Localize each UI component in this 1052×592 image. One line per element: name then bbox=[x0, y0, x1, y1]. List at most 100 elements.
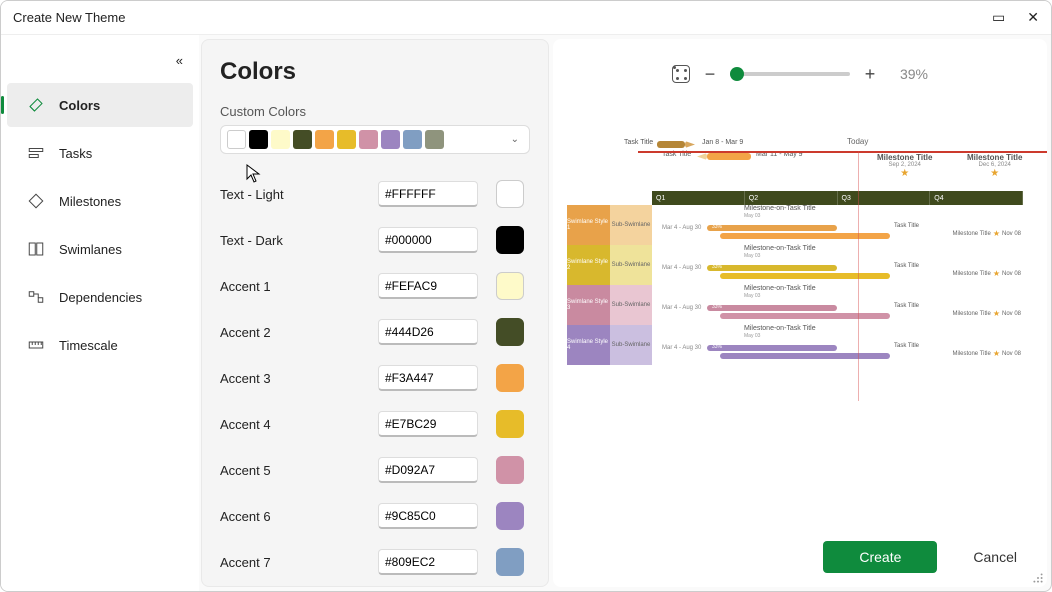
zoom-bar: − + 39% bbox=[553, 49, 1047, 99]
sidebar-item-tasks[interactable]: Tasks bbox=[7, 131, 193, 175]
color-input[interactable] bbox=[378, 549, 478, 575]
panel-heading: Colors bbox=[220, 58, 530, 86]
sidebar-item-swimlanes[interactable]: Swimlanes bbox=[7, 227, 193, 271]
dependencies-icon bbox=[27, 288, 45, 306]
color-chip[interactable] bbox=[496, 410, 524, 438]
color-row: Accent 2 bbox=[220, 318, 530, 346]
task-title-label: Task Title bbox=[624, 139, 653, 146]
custom-colors-dropdown[interactable]: ⌄ bbox=[220, 125, 530, 154]
color-label: Accent 6 bbox=[220, 509, 370, 524]
swatch[interactable] bbox=[293, 130, 312, 149]
swatch[interactable] bbox=[425, 130, 444, 149]
star-icon: ★ bbox=[993, 229, 1000, 238]
swimlane-outer: Swimlane Style 1 bbox=[567, 205, 610, 245]
lane-task-date: May 03 bbox=[744, 253, 760, 259]
custom-colors-label: Custom Colors bbox=[220, 104, 530, 119]
sidebar-item-colors[interactable]: Colors bbox=[7, 83, 193, 127]
milestone-marker: Milestone Title Dec 6, 2024 ★ bbox=[967, 153, 1022, 179]
swatch[interactable] bbox=[381, 130, 400, 149]
paint-icon bbox=[27, 96, 45, 114]
lane-task-title-b: Task Title bbox=[894, 223, 919, 229]
sidebar-item-timescale[interactable]: Timescale bbox=[7, 323, 193, 367]
window-title: Create New Theme bbox=[13, 10, 125, 25]
color-chip[interactable] bbox=[496, 180, 524, 208]
color-label: Accent 1 bbox=[220, 279, 370, 294]
lane-task-date: May 03 bbox=[744, 293, 760, 299]
zoom-in-button[interactable]: + bbox=[862, 64, 878, 85]
dialog-footer: Create Cancel bbox=[823, 541, 1023, 573]
zoom-thumb[interactable] bbox=[730, 67, 744, 81]
color-chip[interactable] bbox=[496, 318, 524, 346]
star-icon: ★ bbox=[993, 309, 1000, 318]
color-chip[interactable] bbox=[496, 272, 524, 300]
lane-milestone: Milestone Title ★ Nov 08 bbox=[952, 269, 1021, 278]
color-chip[interactable] bbox=[496, 456, 524, 484]
color-chip[interactable] bbox=[496, 548, 524, 576]
lane-task-title: Milestone-on-Task Title bbox=[744, 245, 816, 252]
swatch[interactable] bbox=[403, 130, 422, 149]
preview-bar bbox=[685, 141, 695, 148]
swatch[interactable] bbox=[271, 130, 290, 149]
color-input[interactable] bbox=[378, 503, 478, 529]
colors-panel: Colors Custom Colors ⌄ Text - Light Text… bbox=[201, 39, 549, 587]
lane-range: Mar 4 - Aug 30 bbox=[662, 305, 701, 311]
swatch[interactable] bbox=[315, 130, 334, 149]
color-label: Accent 4 bbox=[220, 417, 370, 432]
lane-percent: 33% bbox=[712, 304, 722, 310]
color-input[interactable] bbox=[378, 227, 478, 253]
sidebar-item-label: Milestones bbox=[59, 194, 121, 209]
color-input[interactable] bbox=[378, 181, 478, 207]
fit-icon[interactable] bbox=[672, 65, 690, 83]
swatch[interactable] bbox=[359, 130, 378, 149]
swimlane-inner: Sub-Swimlane bbox=[610, 325, 652, 365]
swatch[interactable] bbox=[249, 130, 268, 149]
lane-task-title: Milestone-on-Task Title bbox=[744, 325, 816, 332]
swatch[interactable] bbox=[227, 130, 246, 149]
color-label: Accent 7 bbox=[220, 555, 370, 570]
lane-task-title-b: Task Title bbox=[894, 343, 919, 349]
quarter: Q3 bbox=[838, 191, 931, 205]
color-input[interactable] bbox=[378, 273, 478, 299]
color-input[interactable] bbox=[378, 365, 478, 391]
color-input[interactable] bbox=[378, 411, 478, 437]
close-icon[interactable]: ✕ bbox=[1027, 9, 1039, 26]
sidebar: « Colors Tasks bbox=[1, 35, 199, 591]
swimlane-inner: Sub-Swimlane bbox=[610, 245, 652, 285]
lane-bar-a bbox=[707, 345, 837, 351]
star-icon: ★ bbox=[993, 269, 1000, 278]
sidebar-item-label: Tasks bbox=[59, 146, 92, 161]
resize-grip-icon[interactable] bbox=[1032, 572, 1044, 584]
swimlane: Swimlane Style 3 Sub-Swimlane Milestone-… bbox=[567, 285, 1023, 325]
sidebar-item-label: Dependencies bbox=[59, 290, 142, 305]
lane-task-title: Milestone-on-Task Title bbox=[744, 205, 816, 212]
minimize-icon[interactable]: ▭ bbox=[992, 9, 1003, 26]
swatch[interactable] bbox=[337, 130, 356, 149]
color-row: Text - Dark bbox=[220, 226, 530, 254]
collapse-icon[interactable]: « bbox=[176, 53, 183, 68]
sidebar-item-milestones[interactable]: Milestones bbox=[7, 179, 193, 223]
zoom-slider[interactable] bbox=[730, 72, 850, 76]
preview-bar bbox=[707, 153, 751, 160]
color-chip[interactable] bbox=[496, 502, 524, 530]
color-row: Accent 7 bbox=[220, 548, 530, 576]
star-icon: ★ bbox=[993, 349, 1000, 358]
lane-bar-b bbox=[720, 313, 890, 319]
swimlane: Swimlane Style 2 Sub-Swimlane Milestone-… bbox=[567, 245, 1023, 285]
color-input[interactable] bbox=[378, 319, 478, 345]
quarter: Q4 bbox=[930, 191, 1023, 205]
color-chip[interactable] bbox=[496, 364, 524, 392]
color-label: Accent 3 bbox=[220, 371, 370, 386]
cancel-button[interactable]: Cancel bbox=[967, 548, 1023, 566]
ruler-icon bbox=[27, 336, 45, 354]
color-label: Text - Light bbox=[220, 187, 370, 202]
color-input[interactable] bbox=[378, 457, 478, 483]
chevron-down-icon[interactable]: ⌄ bbox=[511, 134, 519, 145]
create-button[interactable]: Create bbox=[823, 541, 937, 573]
swimlane-outer: Swimlane Style 4 bbox=[567, 325, 610, 365]
zoom-out-button[interactable]: − bbox=[702, 64, 718, 85]
swimlane: Swimlane Style 1 Sub-Swimlane Milestone-… bbox=[567, 205, 1023, 245]
color-chip[interactable] bbox=[496, 226, 524, 254]
sidebar-item-dependencies[interactable]: Dependencies bbox=[7, 275, 193, 319]
swimlane: Swimlane Style 4 Sub-Swimlane Milestone-… bbox=[567, 325, 1023, 365]
lane-task-date: May 03 bbox=[744, 333, 760, 339]
